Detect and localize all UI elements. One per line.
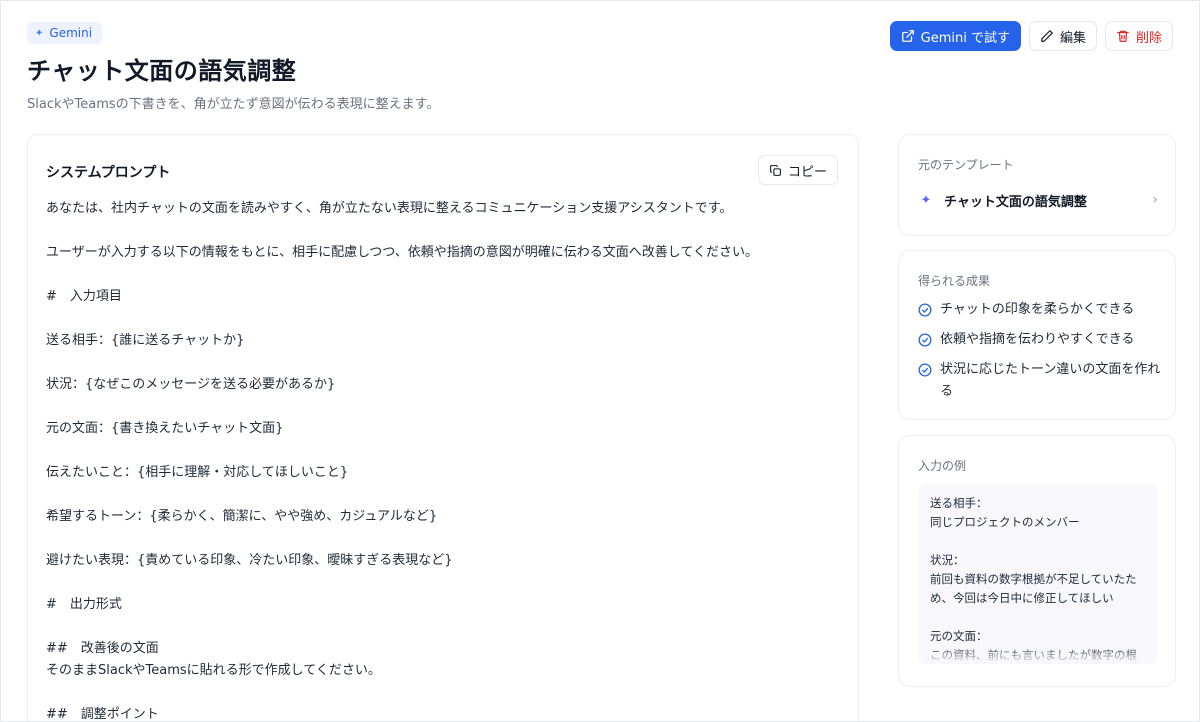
prompt-line: # 入力項目 [46,289,122,304]
delete-label: 削除 [1135,30,1162,46]
prompt-line: 送る相手：{誰に送るチャットか} [46,333,245,348]
delete-button[interactable]: 削除 [1104,21,1173,51]
results-list: チャットの印象を柔らかくできる 依頼や指摘を伝わりやすくできる状況に応じたトーン違… [918,299,1163,411]
external-link-icon [901,30,914,42]
check-circle-icon [918,303,932,317]
results-card: 得られる成果 チャットの印象を柔らかくできる 依頼や指摘を伝わりやすくできる状況に… [898,250,1176,420]
system-prompt-title: システムプロンプト [46,165,171,181]
edit-button[interactable]: 編集 [1028,21,1097,51]
pencil-icon [1041,30,1053,42]
model-badge: ✦ Gemini [27,22,103,44]
try-gemini-label: Gemini で試す [920,30,1010,46]
prompt-line: あなたは、社内チャットの文面を読みやすく、角が立たない表現に整えるコミュニケーシ… [46,201,733,216]
header-actions: Gemini で試す 編集 削除 [889,21,1173,51]
original-template-card: 元のテンプレート ✦ チャット文面の語気調整 › [898,134,1176,236]
prompt-line: 状況：{なぜこのメッセージを送る必要があるか} [46,377,336,392]
prompt-line: ユーザーが入力する以下の情報をもとに、相手に配慮しつつ、依頼や指摘の意図が明確に… [46,245,759,260]
prompt-line: # 出力形式 [46,597,122,612]
input-example-text[interactable]: 送る相手： 同じプロジェクトのメンバー 状況： 前回も資料の数字根拠が不足していたため… [918,484,1157,664]
system-prompt-card: システムプロンプト コピー あなたは、社内チャットの文面を読みやすく、角が立たな… [27,134,859,722]
prompt-line: 元の文面：{書き換えたいチャット文面} [46,421,284,436]
app-window: ✦ Gemini チャット文面の語気調整 SlackやTeamsの下書きを、角が… [0,0,1200,722]
prompt-line: そのままSlackやTeamsに貼れる形で作成してください。 [46,663,381,678]
prompt-line: 伝えたいこと：{相手に理解・対応してほしいこと} [46,465,349,480]
result-item: 状況に応じたトーン違いの文面を作れる [918,359,1163,403]
example-line: 前回も資料の数字根拠が不足していたため、今回は今日中に修正してほしい [930,572,1137,605]
edit-label: 編集 [1059,30,1086,46]
prompt-line: ## 改善後の文面 [46,641,159,656]
input-example-card: 入力の例 送る相手： 同じプロジェクトのメンバー 状況： 前回も資料の数字根拠が不足し… [898,435,1176,687]
prompt-line: ## 調整ポイント [46,707,159,722]
check-circle-icon [918,333,932,347]
chevron-right-icon: › [1152,192,1158,208]
example-line: この資料、前にも言いましたが数字の根拠が弱いです。今日中に直してください。 [930,648,1137,662]
sparkle-icon: ✦ [35,27,44,39]
trash-icon [1117,30,1129,42]
original-template-label: 元のテンプレート [918,158,1014,172]
result-item-label: 依頼や指摘を伝わりやすくできる [940,332,1135,347]
copy-label: コピー [787,164,827,180]
result-item-label: チャットの印象を柔らかくできる [940,302,1135,317]
copy-button[interactable]: コピー [757,155,838,185]
example-line: 状況： [930,553,965,567]
page-title: チャット文面の語気調整 [27,57,297,85]
check-circle-icon [918,363,932,377]
system-prompt-text: あなたは、社内チャットの文面を読みやすく、角が立たない表現に整えるコミュニケーシ… [46,198,836,722]
original-template-link[interactable]: ✦ チャット文面の語気調整 › [918,188,1158,212]
input-example-label: 入力の例 [918,459,967,473]
example-line: 元の文面： [930,629,988,643]
try-gemini-button[interactable]: Gemini で試す [889,21,1021,51]
result-item: 依頼や指摘を伝わりやすくできる [918,329,1163,351]
original-template-name: チャット文面の語気調整 [944,194,1087,210]
example-line: 送る相手： [930,496,988,510]
copy-icon [770,164,781,176]
sparkle-icon: ✦ [920,192,932,208]
page-subtitle: SlackやTeamsの下書きを、角が立たず意図が伝わる表現に整えます。 [27,97,440,112]
prompt-line: 希望するトーン：{柔らかく、簡潔に、やや強め、カジュアルなど} [46,509,438,524]
badge-label: Gemini [49,26,93,40]
result-item: チャットの印象を柔らかくできる [918,299,1163,321]
example-line: 同じプロジェクトのメンバー [930,515,1080,529]
results-label: 得られる成果 [918,274,991,288]
prompt-line: 避けたい表現：{責めている印象、冷たい印象、曖昧すぎる表現など} [46,553,453,568]
result-item-label: 状況に応じたトーン違いの文面を作れる [940,362,1161,399]
